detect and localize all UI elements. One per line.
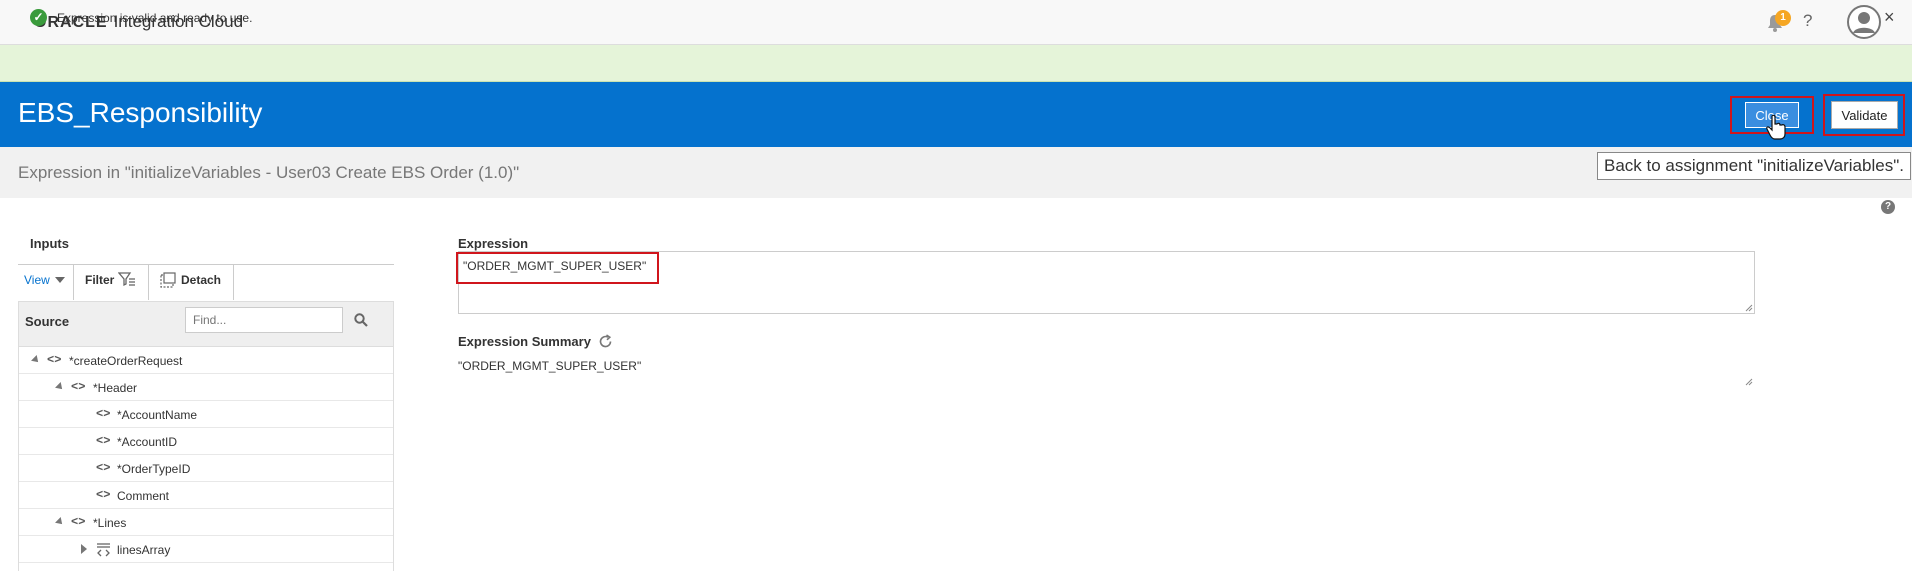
detach-icon[interactable] [160,272,176,288]
filter-icon[interactable] [118,271,136,287]
validation-banner [0,45,1912,82]
resize-handle-icon[interactable] [1745,304,1753,312]
notification-count-badge: 1 [1775,10,1791,26]
close-icon[interactable]: × [1884,7,1895,28]
page-header [0,82,1912,147]
tree-row[interactable] [19,482,393,509]
expression-label: Expression [458,236,529,251]
collapsed-caret-icon[interactable] [81,544,87,554]
divider [73,265,74,300]
find-input[interactable] [185,307,343,333]
expression-summary-label: Expression Summary [458,334,591,349]
source-label: Source [25,314,70,329]
divider [18,264,394,265]
element-tag-icon: <> [71,515,86,529]
expression-context-title: Expression in "initializeVariables - Use… [18,163,520,182]
tree-row[interactable] [19,536,393,563]
help-icon[interactable]: ? [1803,11,1812,31]
divider [233,265,234,300]
user-avatar-icon[interactable] [1847,5,1881,39]
tree-item-label: *createOrderRequest [69,354,183,368]
tree-item-label: *Lines [93,516,127,530]
tree-item-label: *AccountName [117,408,198,422]
divider [148,265,149,300]
banner-message: Expression is valid and ready to use. [57,11,253,25]
search-icon[interactable] [354,313,368,327]
element-tag-icon: <> [96,488,111,502]
filter-button[interactable]: Filter [85,273,114,287]
tree-item-label: linesArray [117,543,171,557]
validate-button[interactable]: Validate [1831,101,1898,129]
tree-row[interactable] [19,401,393,428]
chevron-down-icon[interactable] [55,277,65,283]
tree-row[interactable] [19,428,393,455]
element-tag-icon: <> [47,353,62,367]
element-tag-icon: <> [96,461,111,475]
hand-cursor-icon [1766,114,1786,140]
inputs-heading: Inputs [30,236,69,251]
tree-item-label: *OrderTypeID [117,462,191,476]
close-tooltip: Back to assignment "initializeVariables"… [1597,152,1911,180]
expression-summary-box [458,350,1755,388]
page-title: EBS_Responsibility [18,97,263,128]
element-tag-icon: <> [71,380,86,394]
top-bar [0,0,1912,45]
check-circle-icon: ✓ [30,9,47,26]
tree-row[interactable] [19,455,393,482]
resize-handle-icon[interactable] [1745,378,1753,386]
refresh-icon[interactable] [598,334,613,349]
tree-item-label: *AccountID [117,435,178,449]
element-tag-icon: <> [96,407,111,421]
element-tag-icon: <> [96,434,111,448]
expression-summary-value: "ORDER_MGMT_SUPER_USER" [458,359,642,373]
detach-button[interactable]: Detach [181,273,221,287]
help-icon[interactable]: ? [1881,200,1895,214]
expression-value[interactable]: "ORDER_MGMT_SUPER_USER" [463,259,646,273]
tree-item-label: *Header [93,381,138,395]
view-menu[interactable]: View [24,273,50,287]
repeating-element-icon [97,543,110,557]
tree-item-label: Comment [117,489,170,503]
